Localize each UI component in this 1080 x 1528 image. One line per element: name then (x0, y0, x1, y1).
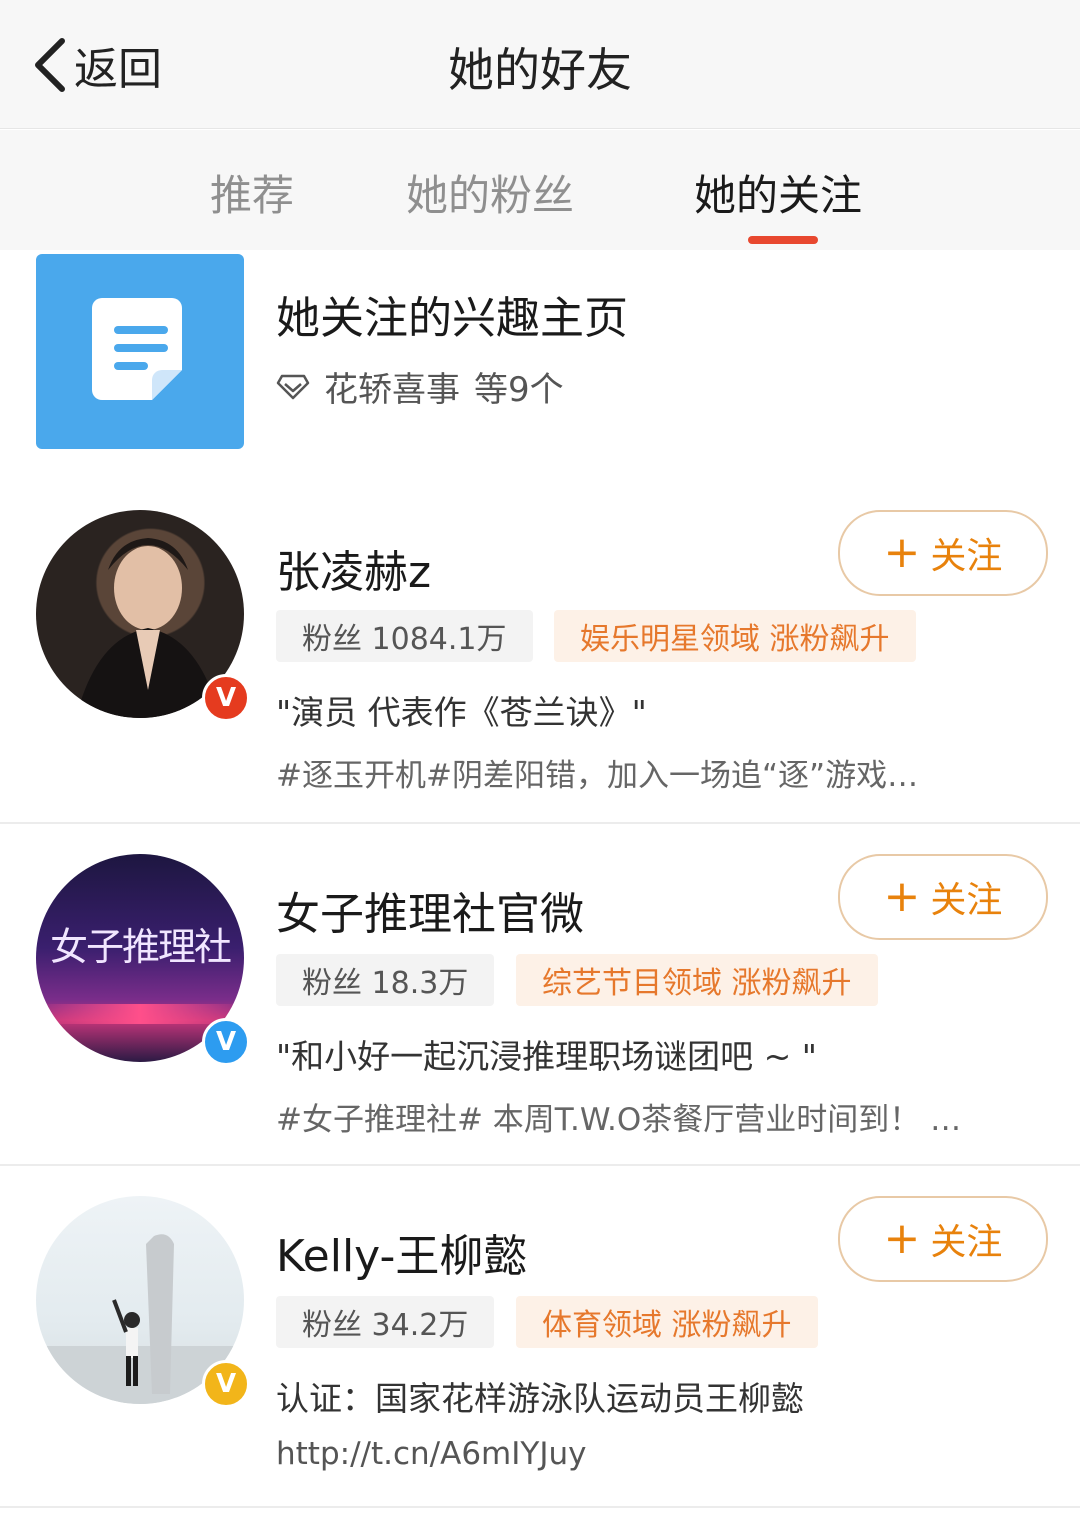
interest-title: 她关注的兴趣主页 (276, 293, 628, 344)
verified-badge-icon: V (202, 1018, 250, 1066)
list-item[interactable]: V 张凌赫z + 关注 粉丝 1084.1万 娱乐明星领域 涨粉飙升 "演员 代… (0, 480, 1080, 822)
interest-subtitle: 花轿喜事 等9个 (276, 362, 564, 411)
fans-count: 粉丝 34.2万 (276, 1296, 495, 1348)
follow-button[interactable]: + 关注 (838, 1196, 1048, 1282)
follow-label: 关注 (930, 880, 1003, 921)
domain-badge: 综艺节目领域 涨粉飙升 (516, 954, 878, 1006)
user-description: "和小好一起沉浸推理职场谜团吧 ~ " (276, 1037, 817, 1076)
plus-icon: + (883, 871, 921, 922)
follow-button[interactable]: + 关注 (838, 510, 1048, 596)
latest-post[interactable]: #逐玉开机#阴差阳错，加入一场追“逐”游戏… (276, 750, 1036, 795)
tab-her-fans[interactable]: 她的粉丝 (406, 162, 574, 223)
username[interactable]: 张凌赫z (276, 536, 431, 600)
document-icon (92, 298, 182, 400)
interest-tile (36, 254, 244, 449)
username[interactable]: Kelly-王柳懿 (276, 1220, 527, 1284)
tab-recommend[interactable]: 推荐 (210, 162, 294, 223)
nav-header: 返回 她的好友 (0, 0, 1080, 129)
divider (0, 1506, 1080, 1508)
plus-icon: + (883, 527, 921, 578)
page-title: 她的好友 (448, 43, 632, 97)
follow-label: 关注 (930, 536, 1003, 577)
profile-link[interactable]: http://t.cn/A6mIYJuy (276, 1436, 1036, 1472)
user-description: 认证：国家花样游泳队运动员王柳懿 (276, 1379, 804, 1418)
verified-badge-icon: V (202, 674, 250, 722)
list-item[interactable]: V Kelly-王柳懿 + 关注 粉丝 34.2万 体育领域 涨粉飙升 认证：国… (0, 1166, 1080, 1506)
interest-count: 等9个 (474, 370, 564, 410)
follow-label: 关注 (930, 1222, 1003, 1263)
tab-bar: 推荐 她的粉丝 她的关注 (0, 130, 1080, 250)
list-item[interactable]: 女子推理社 V 女子推理社官微 + 关注 粉丝 18.3万 综艺节目领域 涨粉飙… (0, 824, 1080, 1164)
active-tab-indicator (748, 236, 818, 244)
follow-button[interactable]: + 关注 (838, 854, 1048, 940)
domain-badge: 娱乐明星领域 涨粉飙升 (554, 610, 916, 662)
avatar-logo-text: 女子推理社 (49, 925, 232, 969)
interest-pages-row[interactable]: 她关注的兴趣主页 花轿喜事 等9个 (0, 250, 1080, 480)
verified-badge-icon: V (202, 1360, 250, 1408)
domain-badge: 体育领域 涨粉飙升 (516, 1296, 818, 1348)
latest-post[interactable]: #女子推理社# 本周T.W.O茶餐厅营业时间到！ … (276, 1094, 1036, 1139)
interest-tag: 花轿喜事 (324, 370, 460, 410)
fans-count: 粉丝 1084.1万 (276, 610, 533, 662)
plus-icon: + (883, 1213, 921, 1264)
tab-her-following[interactable]: 她的关注 (694, 162, 862, 223)
diamond-icon (276, 374, 310, 399)
username[interactable]: 女子推理社官微 (276, 878, 584, 942)
fans-count: 粉丝 18.3万 (276, 954, 495, 1006)
user-description: "演员 代表作《苍兰诀》" (276, 693, 647, 732)
